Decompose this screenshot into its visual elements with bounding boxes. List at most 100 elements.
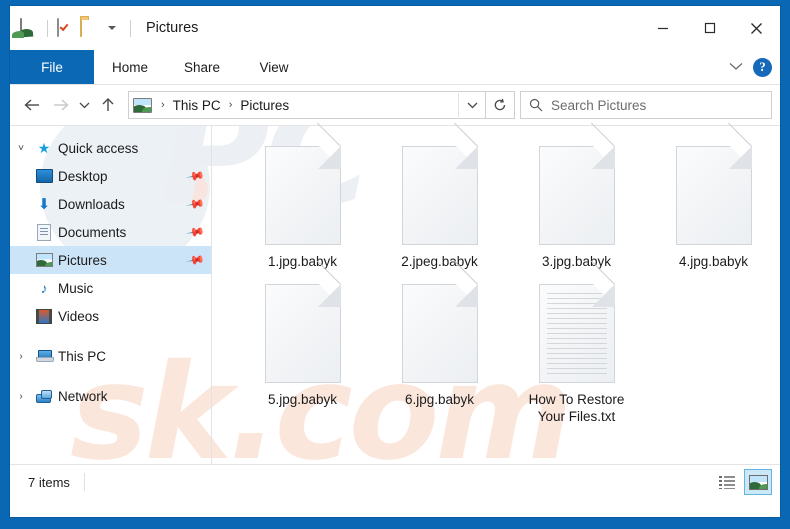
pictures-properties-icon[interactable] xyxy=(20,19,38,37)
sidebar-item-music[interactable]: ♪ Music xyxy=(10,274,211,302)
search-box[interactable]: Search Pictures xyxy=(520,91,772,119)
item-count-label: 7 items xyxy=(28,475,70,490)
ribbon-right-controls: ? xyxy=(729,50,772,84)
breadcrumb-bar[interactable]: › This PC › Pictures xyxy=(128,91,486,119)
search-icon xyxy=(521,98,551,112)
search-input[interactable]: Search Pictures xyxy=(551,98,646,113)
large-icons-view-button[interactable] xyxy=(744,469,772,495)
expand-ribbon-icon[interactable] xyxy=(729,58,743,76)
chevron-right-icon[interactable]: › xyxy=(10,391,32,402)
blank-file-icon xyxy=(402,146,478,249)
sidebar-item-label: Videos xyxy=(58,309,99,324)
chevron-down-icon[interactable]: ˅ xyxy=(10,143,32,154)
pin-icon[interactable]: 📌 xyxy=(185,166,205,186)
star-icon: ★ xyxy=(32,141,56,155)
window-controls xyxy=(639,6,780,50)
back-button[interactable] xyxy=(18,91,46,119)
file-name-label: 1.jpg.babyk xyxy=(268,253,337,270)
help-icon[interactable]: ? xyxy=(753,58,772,77)
pin-icon[interactable]: 📌 xyxy=(185,222,205,242)
pin-icon[interactable]: 📌 xyxy=(185,194,205,214)
download-icon: ⬇ xyxy=(32,197,56,212)
pin-icon[interactable]: 📌 xyxy=(185,250,205,270)
toolbar-divider-2 xyxy=(130,20,131,37)
sidebar-item-label: Music xyxy=(58,281,93,296)
file-name-label: 3.jpg.babyk xyxy=(542,253,611,270)
status-divider xyxy=(84,473,85,491)
sidebar-item-label: Network xyxy=(58,389,108,404)
sidebar-item-quick-access[interactable]: ˅ ★ Quick access xyxy=(10,134,211,162)
file-item[interactable]: 6.jpg.babyk xyxy=(371,276,508,425)
file-item[interactable]: How To Restore Your Files.txt xyxy=(508,276,645,425)
title-bar: Pictures xyxy=(10,6,780,50)
blank-file-icon xyxy=(265,146,341,249)
file-item[interactable]: 2.jpeg.babyk xyxy=(371,138,508,270)
tab-home[interactable]: Home xyxy=(94,50,166,84)
file-item[interactable]: 5.jpg.babyk xyxy=(234,276,371,425)
explorer-body: ˅ ★ Quick access Desktop 📌 ⬇ Downloads 📌 xyxy=(10,125,780,464)
blank-file-icon xyxy=(676,146,752,249)
desktop-background: PC sk.com P xyxy=(0,0,790,529)
file-name-label: 2.jpeg.babyk xyxy=(401,253,478,270)
file-explorer-window: PC sk.com P xyxy=(10,6,780,517)
blank-file-icon xyxy=(539,146,615,249)
toolbar-divider-1 xyxy=(47,20,48,37)
minimize-button[interactable] xyxy=(639,6,686,50)
music-icon: ♪ xyxy=(32,281,56,295)
sidebar-item-label: Documents xyxy=(58,225,126,240)
details-view-button[interactable] xyxy=(714,470,740,494)
file-item[interactable]: 3.jpg.babyk xyxy=(508,138,645,270)
quick-access-toolbar: Pictures xyxy=(10,19,198,37)
network-icon xyxy=(32,390,56,403)
file-name-label: 4.jpg.babyk xyxy=(679,253,748,270)
breadcrumb-pictures-icon xyxy=(129,98,155,113)
breadcrumb-pictures[interactable]: Pictures xyxy=(238,98,291,113)
sidebar-item-label: This PC xyxy=(58,349,106,364)
breadcrumb-separator-0[interactable]: › xyxy=(155,99,171,111)
close-button[interactable] xyxy=(733,6,780,50)
sidebar-item-label: Pictures xyxy=(58,253,107,268)
blank-file-icon xyxy=(402,284,478,387)
forward-button[interactable] xyxy=(46,91,74,119)
pictures-icon xyxy=(32,253,56,267)
sidebar-item-network[interactable]: › Network xyxy=(10,382,211,410)
breadcrumb-separator-1[interactable]: › xyxy=(223,99,239,111)
sidebar-item-label: Downloads xyxy=(58,197,125,212)
chevron-right-icon[interactable]: › xyxy=(10,351,32,362)
videos-icon xyxy=(32,309,56,324)
this-pc-icon xyxy=(32,350,56,362)
file-name-label: 5.jpg.babyk xyxy=(268,391,337,408)
blank-file-icon xyxy=(265,284,341,387)
text-file-icon xyxy=(539,284,615,387)
status-bar: 7 items xyxy=(10,464,780,499)
window-content: Pictures File Home Sh xyxy=(10,6,780,499)
view-mode-buttons xyxy=(714,469,772,495)
file-grid: 1.jpg.babyk 2.jpeg.babyk xyxy=(234,138,780,425)
sidebar-item-label: Quick access xyxy=(58,141,138,156)
refresh-button[interactable] xyxy=(486,91,515,119)
ribbon-tab-bar: File Home Share View ? xyxy=(10,50,780,85)
properties-icon[interactable] xyxy=(57,19,75,37)
address-bar-row: › This PC › Pictures xyxy=(10,85,780,125)
tab-view[interactable]: View xyxy=(238,50,310,84)
sidebar-item-pictures[interactable]: Pictures 📌 xyxy=(10,246,211,274)
new-folder-icon[interactable] xyxy=(80,19,98,37)
sidebar-item-downloads[interactable]: ⬇ Downloads 📌 xyxy=(10,190,211,218)
up-button[interactable] xyxy=(94,91,122,119)
file-item[interactable]: 1.jpg.babyk xyxy=(234,138,371,270)
file-item[interactable]: 4.jpg.babyk xyxy=(645,138,780,270)
sidebar-item-desktop[interactable]: Desktop 📌 xyxy=(10,162,211,190)
file-list-pane[interactable]: 1.jpg.babyk 2.jpeg.babyk xyxy=(212,126,780,464)
sidebar-item-documents[interactable]: Documents 📌 xyxy=(10,218,211,246)
sidebar-item-videos[interactable]: Videos xyxy=(10,302,211,330)
tab-share[interactable]: Share xyxy=(166,50,238,84)
tab-file[interactable]: File xyxy=(10,50,94,84)
customize-dropdown-icon[interactable] xyxy=(108,26,116,30)
maximize-button[interactable] xyxy=(686,6,733,50)
sidebar-item-this-pc[interactable]: › This PC xyxy=(10,342,211,370)
breadcrumb-dropdown-icon[interactable] xyxy=(458,93,485,117)
breadcrumb-this-pc[interactable]: This PC xyxy=(171,98,223,113)
file-name-label: 6.jpg.babyk xyxy=(405,391,474,408)
recent-locations-button[interactable] xyxy=(74,91,94,119)
navigation-pane: ˅ ★ Quick access Desktop 📌 ⬇ Downloads 📌 xyxy=(10,126,212,464)
